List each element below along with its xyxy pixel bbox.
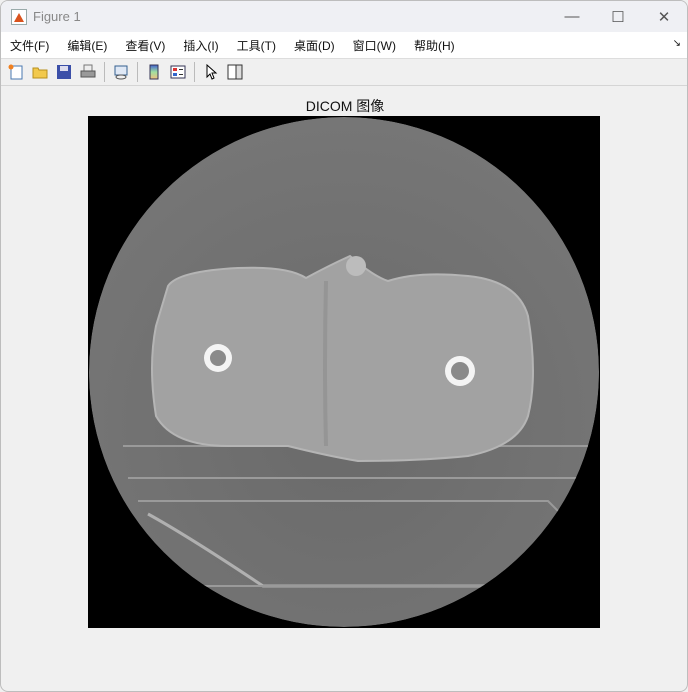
dock-arrow-icon[interactable]: ↘: [673, 38, 681, 49]
toolbar-separator: [194, 62, 195, 82]
minimize-button[interactable]: —: [549, 1, 595, 32]
legend-icon[interactable]: [168, 62, 188, 82]
link-plot-icon[interactable]: [111, 62, 131, 82]
new-figure-icon[interactable]: [6, 62, 26, 82]
edit-plot-arrow-icon[interactable]: [201, 62, 221, 82]
menu-desktop[interactable]: 桌面(D): [285, 37, 344, 54]
menu-tools[interactable]: 工具(T): [228, 37, 285, 54]
open-file-icon[interactable]: [30, 62, 50, 82]
menu-edit[interactable]: 编辑(E): [58, 37, 116, 54]
colorbar-icon[interactable]: [144, 62, 164, 82]
ct-scan-image: [88, 116, 600, 628]
save-icon[interactable]: [54, 62, 74, 82]
close-button[interactable]: ✕: [641, 1, 687, 32]
menu-bar: 文件(F) 编辑(E) 查看(V) 插入(I) 工具(T) 桌面(D) 窗口(W…: [1, 32, 687, 58]
maximize-button[interactable]: ☐: [595, 1, 641, 32]
print-icon[interactable]: [78, 62, 98, 82]
menu-window[interactable]: 窗口(W): [344, 37, 405, 54]
menu-file[interactable]: 文件(F): [1, 37, 58, 54]
dicom-image-axes: [88, 116, 600, 628]
toolbar-separator: [137, 62, 138, 82]
menu-help[interactable]: 帮助(H): [405, 37, 464, 54]
figure-title: DICOM 图像: [305, 98, 385, 114]
menu-insert[interactable]: 插入(I): [174, 37, 227, 54]
menu-view[interactable]: 查看(V): [116, 37, 174, 54]
window-title: Figure 1: [33, 9, 81, 24]
toolbar: [1, 58, 687, 86]
toolbar-separator: [104, 62, 105, 82]
matlab-icon: [11, 8, 27, 25]
title-bar: Figure 1 — ☐ ✕: [1, 1, 687, 32]
property-inspector-icon[interactable]: [225, 62, 245, 82]
figure-window: Figure 1 — ☐ ✕ 文件(F) 编辑(E) 查看(V) 插入(I) 工…: [0, 0, 688, 692]
